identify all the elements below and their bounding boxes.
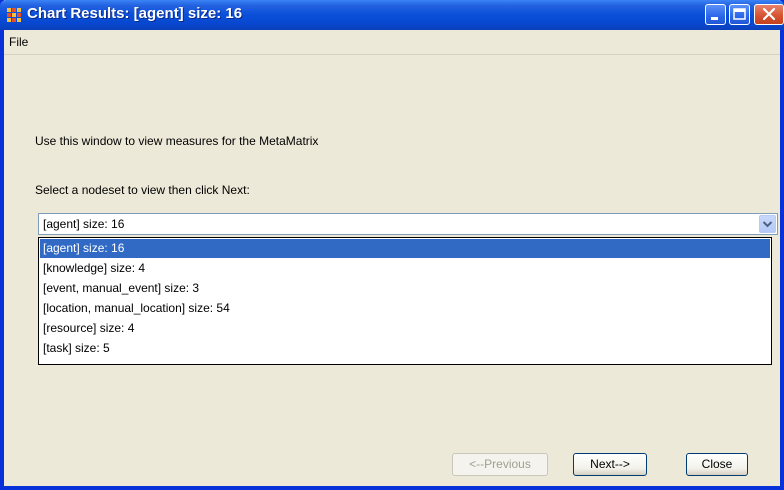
- content-panel: Use this window to view measures for the…: [4, 55, 780, 486]
- nodeset-option-task[interactable]: [task] size: 5: [40, 339, 770, 358]
- nodeset-option-location[interactable]: [location, manual_location] size: 54: [40, 299, 770, 318]
- previous-button[interactable]: <--Previous: [452, 453, 548, 476]
- nodeset-option-event[interactable]: [event, manual_event] size: 3: [40, 279, 770, 298]
- maximize-button[interactable]: [729, 4, 750, 25]
- select-prompt: Select a nodeset to view then click Next…: [35, 183, 250, 197]
- title-bar[interactable]: Chart Results: [agent] size: 16: [0, 0, 784, 30]
- close-button[interactable]: Close: [686, 453, 748, 476]
- minimize-icon: [711, 17, 718, 20]
- maximize-icon: [733, 8, 746, 20]
- ora-grid-icon: [7, 8, 21, 22]
- close-window-button[interactable]: [754, 4, 784, 25]
- nodeset-select[interactable]: [agent] size: 16: [38, 213, 778, 235]
- minimize-button[interactable]: [705, 4, 726, 25]
- instruction-text: Use this window to view measures for the…: [35, 134, 319, 148]
- nodeset-option-knowledge[interactable]: [knowledge] size: 4: [40, 259, 770, 278]
- nodeset-dropdown-list: [agent] size: 16 [knowledge] size: 4 [ev…: [38, 237, 772, 365]
- chevron-down-icon: [762, 221, 773, 228]
- close-icon: [762, 7, 776, 21]
- nodeset-option-resource[interactable]: [resource] size: 4: [40, 319, 770, 338]
- menu-bar: File: [4, 30, 780, 55]
- nodeset-option-agent[interactable]: [agent] size: 16: [40, 239, 770, 258]
- menu-file[interactable]: File: [9, 35, 28, 49]
- next-button[interactable]: Next-->: [573, 453, 647, 476]
- window-title: Chart Results: [agent] size: 16: [27, 5, 243, 22]
- dropdown-arrow-button[interactable]: [759, 215, 776, 233]
- nodeset-select-value: [agent] size: 16: [43, 217, 125, 231]
